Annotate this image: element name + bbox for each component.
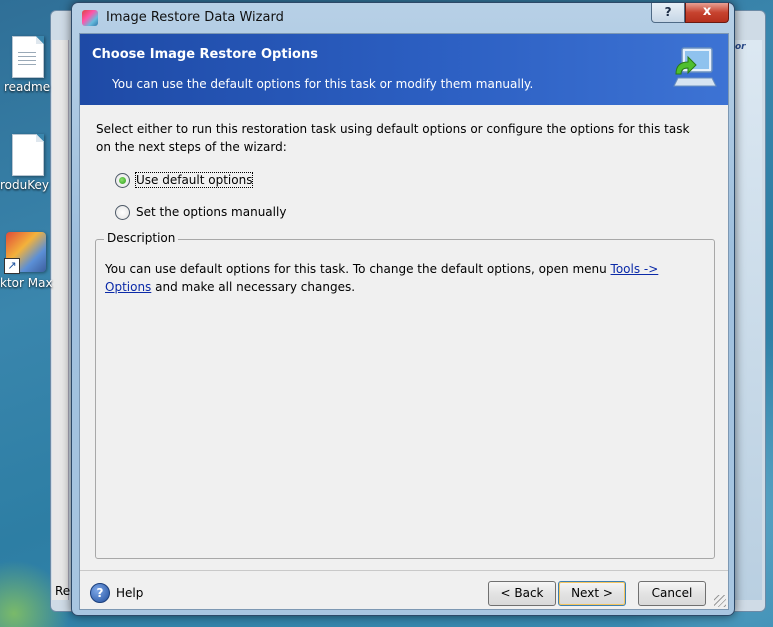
help-button[interactable]: ? Help xyxy=(90,582,143,604)
window-title: Image Restore Data Wizard xyxy=(106,10,284,25)
document-icon xyxy=(12,36,44,78)
wizard-header: Choose Image Restore Options You can use… xyxy=(80,34,728,105)
option-use-default[interactable]: Use default options xyxy=(115,171,254,189)
desktop-icon-produkey[interactable]: roduKey xyxy=(0,134,60,214)
desktop-icon-label: roduKey xyxy=(0,178,49,192)
cancel-button[interactable]: Cancel xyxy=(638,581,706,606)
wizard-window: Image Restore Data Wizard ? x Choose Ima… xyxy=(71,2,735,616)
title-bar[interactable]: Image Restore Data Wizard ? x xyxy=(72,3,734,33)
background-window-logo: or xyxy=(735,42,746,52)
help-caption-button[interactable]: ? xyxy=(651,3,686,23)
footer-separator xyxy=(80,570,728,571)
document-icon xyxy=(12,134,44,176)
desktop-icon-label: ktor Max xyxy=(0,276,53,290)
desktop-icon-readme[interactable]: readme xyxy=(0,36,60,116)
shortcut-arrow-icon: ↗ xyxy=(4,258,20,274)
description-text: You can use default options for this tas… xyxy=(105,260,705,296)
instruction-text: Select either to run this restoration ta… xyxy=(96,122,690,154)
radio-button[interactable] xyxy=(115,204,130,220)
option-label[interactable]: Set the options manually xyxy=(136,205,286,219)
wizard-client-area: Choose Image Restore Options You can use… xyxy=(79,33,729,610)
page-title: Choose Image Restore Options xyxy=(92,47,318,62)
desktop-icon-doctor-max[interactable]: ↗ ktor Max xyxy=(0,232,60,312)
description-legend: Description xyxy=(104,231,179,245)
description-text-before: You can use default options for this tas… xyxy=(105,262,611,276)
help-icon: ? xyxy=(90,583,110,603)
app-icon xyxy=(82,10,98,26)
option-label[interactable]: Use default options xyxy=(134,172,254,188)
option-set-manually[interactable]: Set the options manually xyxy=(115,203,286,221)
close-button[interactable]: x xyxy=(685,3,729,23)
radio-button-selected[interactable] xyxy=(115,172,130,188)
help-label: Help xyxy=(116,586,144,600)
next-button[interactable]: Next > xyxy=(558,581,626,606)
desktop-icon-label: readme xyxy=(4,80,51,94)
caption-buttons: ? x xyxy=(651,3,729,23)
computer-restore-icon xyxy=(673,47,717,87)
resize-grip[interactable] xyxy=(714,595,726,607)
background-window-ruler xyxy=(52,40,69,600)
description-text-after: and make all necessary changes. xyxy=(151,280,356,294)
description-group: Description You can use default options … xyxy=(95,231,715,559)
page-subtitle: You can use the default options for this… xyxy=(112,77,534,91)
background-window-status-text: Re xyxy=(55,584,71,598)
background-window-edge xyxy=(734,40,762,600)
back-button[interactable]: < Back xyxy=(488,581,556,606)
